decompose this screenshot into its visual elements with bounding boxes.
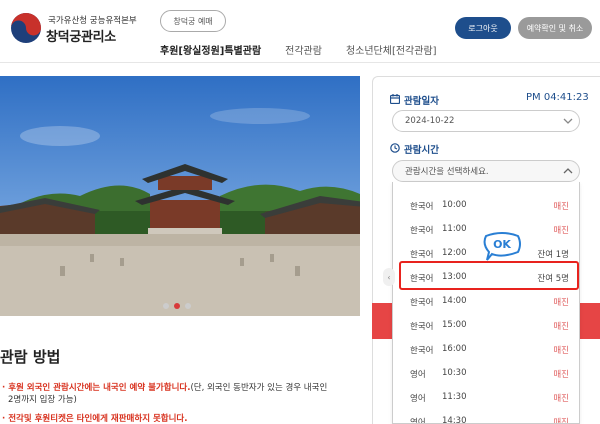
time-slot-option: 한국어 16:00 매진	[393, 338, 579, 362]
method-heading: 관람 방법	[0, 348, 61, 366]
slot-remaining: 잔여 1명	[537, 250, 569, 260]
tab-secret-garden[interactable]: 후원[왕실정원]특별관람	[160, 42, 261, 57]
notice-resale: · 전각및 후원티켓은 타인에게 재판매하지 못합니다.	[2, 414, 188, 424]
slot-sold-out: 매진	[553, 346, 569, 356]
slot-language: 한국어	[410, 346, 434, 356]
carousel-dot-active[interactable]	[174, 303, 180, 309]
time-slot-option: 영어 11:30 매진	[393, 386, 579, 410]
slot-sold-out: 매진	[553, 322, 569, 332]
palace-reserve-button[interactable]: 창덕궁 예매	[160, 10, 226, 32]
notice-foreigner-cont: 2명까지 입장 가능)	[8, 395, 77, 405]
tab-youth-group[interactable]: 청소년단체[전각관람]	[346, 42, 437, 57]
visit-time-label: 관람시간	[404, 145, 439, 156]
slot-sold-out: 매진	[553, 298, 569, 308]
current-time: PM 04:41:23	[526, 92, 589, 103]
selected-slot-highlight	[399, 261, 579, 290]
slot-sold-out: 매진	[553, 202, 569, 212]
tab-hall-tour[interactable]: 전각관람	[285, 42, 322, 57]
slot-time: 15:00	[442, 320, 467, 330]
carousel-dot[interactable]	[185, 303, 191, 309]
slot-language: 영어	[410, 394, 426, 404]
main-nav: 후원[왕실정원]특별관람 전각관람 청소년단체[전각관람]	[160, 42, 437, 57]
time-slot-option: 한국어 14:00 매진	[393, 290, 579, 314]
slot-language: 한국어	[410, 322, 434, 332]
slot-time: 14:30	[442, 416, 467, 424]
time-slot-option: 영어 10:30 매진	[393, 362, 579, 386]
carousel-dots	[163, 303, 191, 309]
time-options-dropdown: 한국어 10:00 매진 한국어 11:00 매진 한국어 12:00 잔여 1명 한국어 13:0…	[392, 182, 580, 424]
time-slot-option: 영어 14:30 매진	[393, 410, 579, 424]
notice-foreigner-red: · 후원 외국인 관람시간에는 내국인 예약 불가합니다.	[2, 383, 191, 393]
slot-time: 16:00	[442, 344, 467, 354]
date-field[interactable]: 2024-10-22	[392, 110, 580, 132]
carousel-dot[interactable]	[163, 303, 169, 309]
slot-time: 10:00	[442, 200, 467, 210]
slot-time: 11:00	[442, 224, 467, 234]
time-slot-option: 한국어 10:00 매진	[393, 194, 579, 218]
check-cancel-button[interactable]: 예약확인 및 취소	[518, 17, 592, 39]
palace-photo	[0, 76, 360, 316]
slot-language: 한국어	[410, 226, 434, 236]
palace-hero-image	[0, 76, 360, 316]
calendar-icon	[390, 94, 400, 104]
slot-language: 한국어	[410, 202, 434, 212]
slot-time: 11:30	[442, 392, 467, 402]
slot-language: 한국어	[410, 250, 434, 260]
time-select[interactable]: 관람시간을 선택하세요.	[392, 160, 580, 182]
slot-sold-out: 매진	[553, 418, 569, 424]
ok-sticker-text: OK	[493, 238, 511, 251]
reservation-page: 국가유산청 궁능유적본부 창덕궁관리소 창덕궁 예매 후원[왕실정원]특별관람 …	[0, 0, 600, 424]
logout-button[interactable]: 로그아웃	[455, 17, 511, 39]
org-subtitle: 국가유산청 궁능유적본부	[48, 16, 137, 26]
slot-sold-out: 매진	[553, 370, 569, 380]
notice-foreigner-rest: (단, 외국인 동반자가 있는 경우 내국인	[190, 383, 328, 393]
visit-date-label: 관람일자	[404, 96, 439, 107]
slot-sold-out: 매진	[553, 394, 569, 404]
prev-arrow-icon[interactable]: ‹	[383, 268, 395, 286]
slot-language: 한국어	[410, 298, 434, 308]
slot-language: 영어	[410, 418, 426, 424]
taeguk-logo-icon	[11, 13, 41, 43]
slot-language: 영어	[410, 370, 426, 380]
clock-icon	[390, 143, 400, 153]
chevron-down-icon	[563, 118, 573, 124]
org-title[interactable]: 창덕궁관리소	[46, 26, 116, 45]
slot-sold-out: 매진	[553, 226, 569, 236]
header-divider	[0, 62, 600, 63]
site-header: 국가유산청 궁능유적본부 창덕궁관리소 창덕궁 예매 후원[왕실정원]특별관람 …	[0, 0, 600, 62]
time-slot-option: 한국어 15:00 매진	[393, 314, 579, 338]
ok-sticker-icon: OK	[483, 232, 521, 261]
slot-time: 10:30	[442, 368, 467, 378]
slot-time: 12:00	[442, 248, 467, 258]
slot-time: 14:00	[442, 296, 467, 306]
chevron-up-icon	[563, 168, 573, 174]
notice-foreigner: · 후원 외국인 관람시간에는 내국인 예약 불가합니다.(단, 외국인 동반자…	[2, 381, 327, 393]
